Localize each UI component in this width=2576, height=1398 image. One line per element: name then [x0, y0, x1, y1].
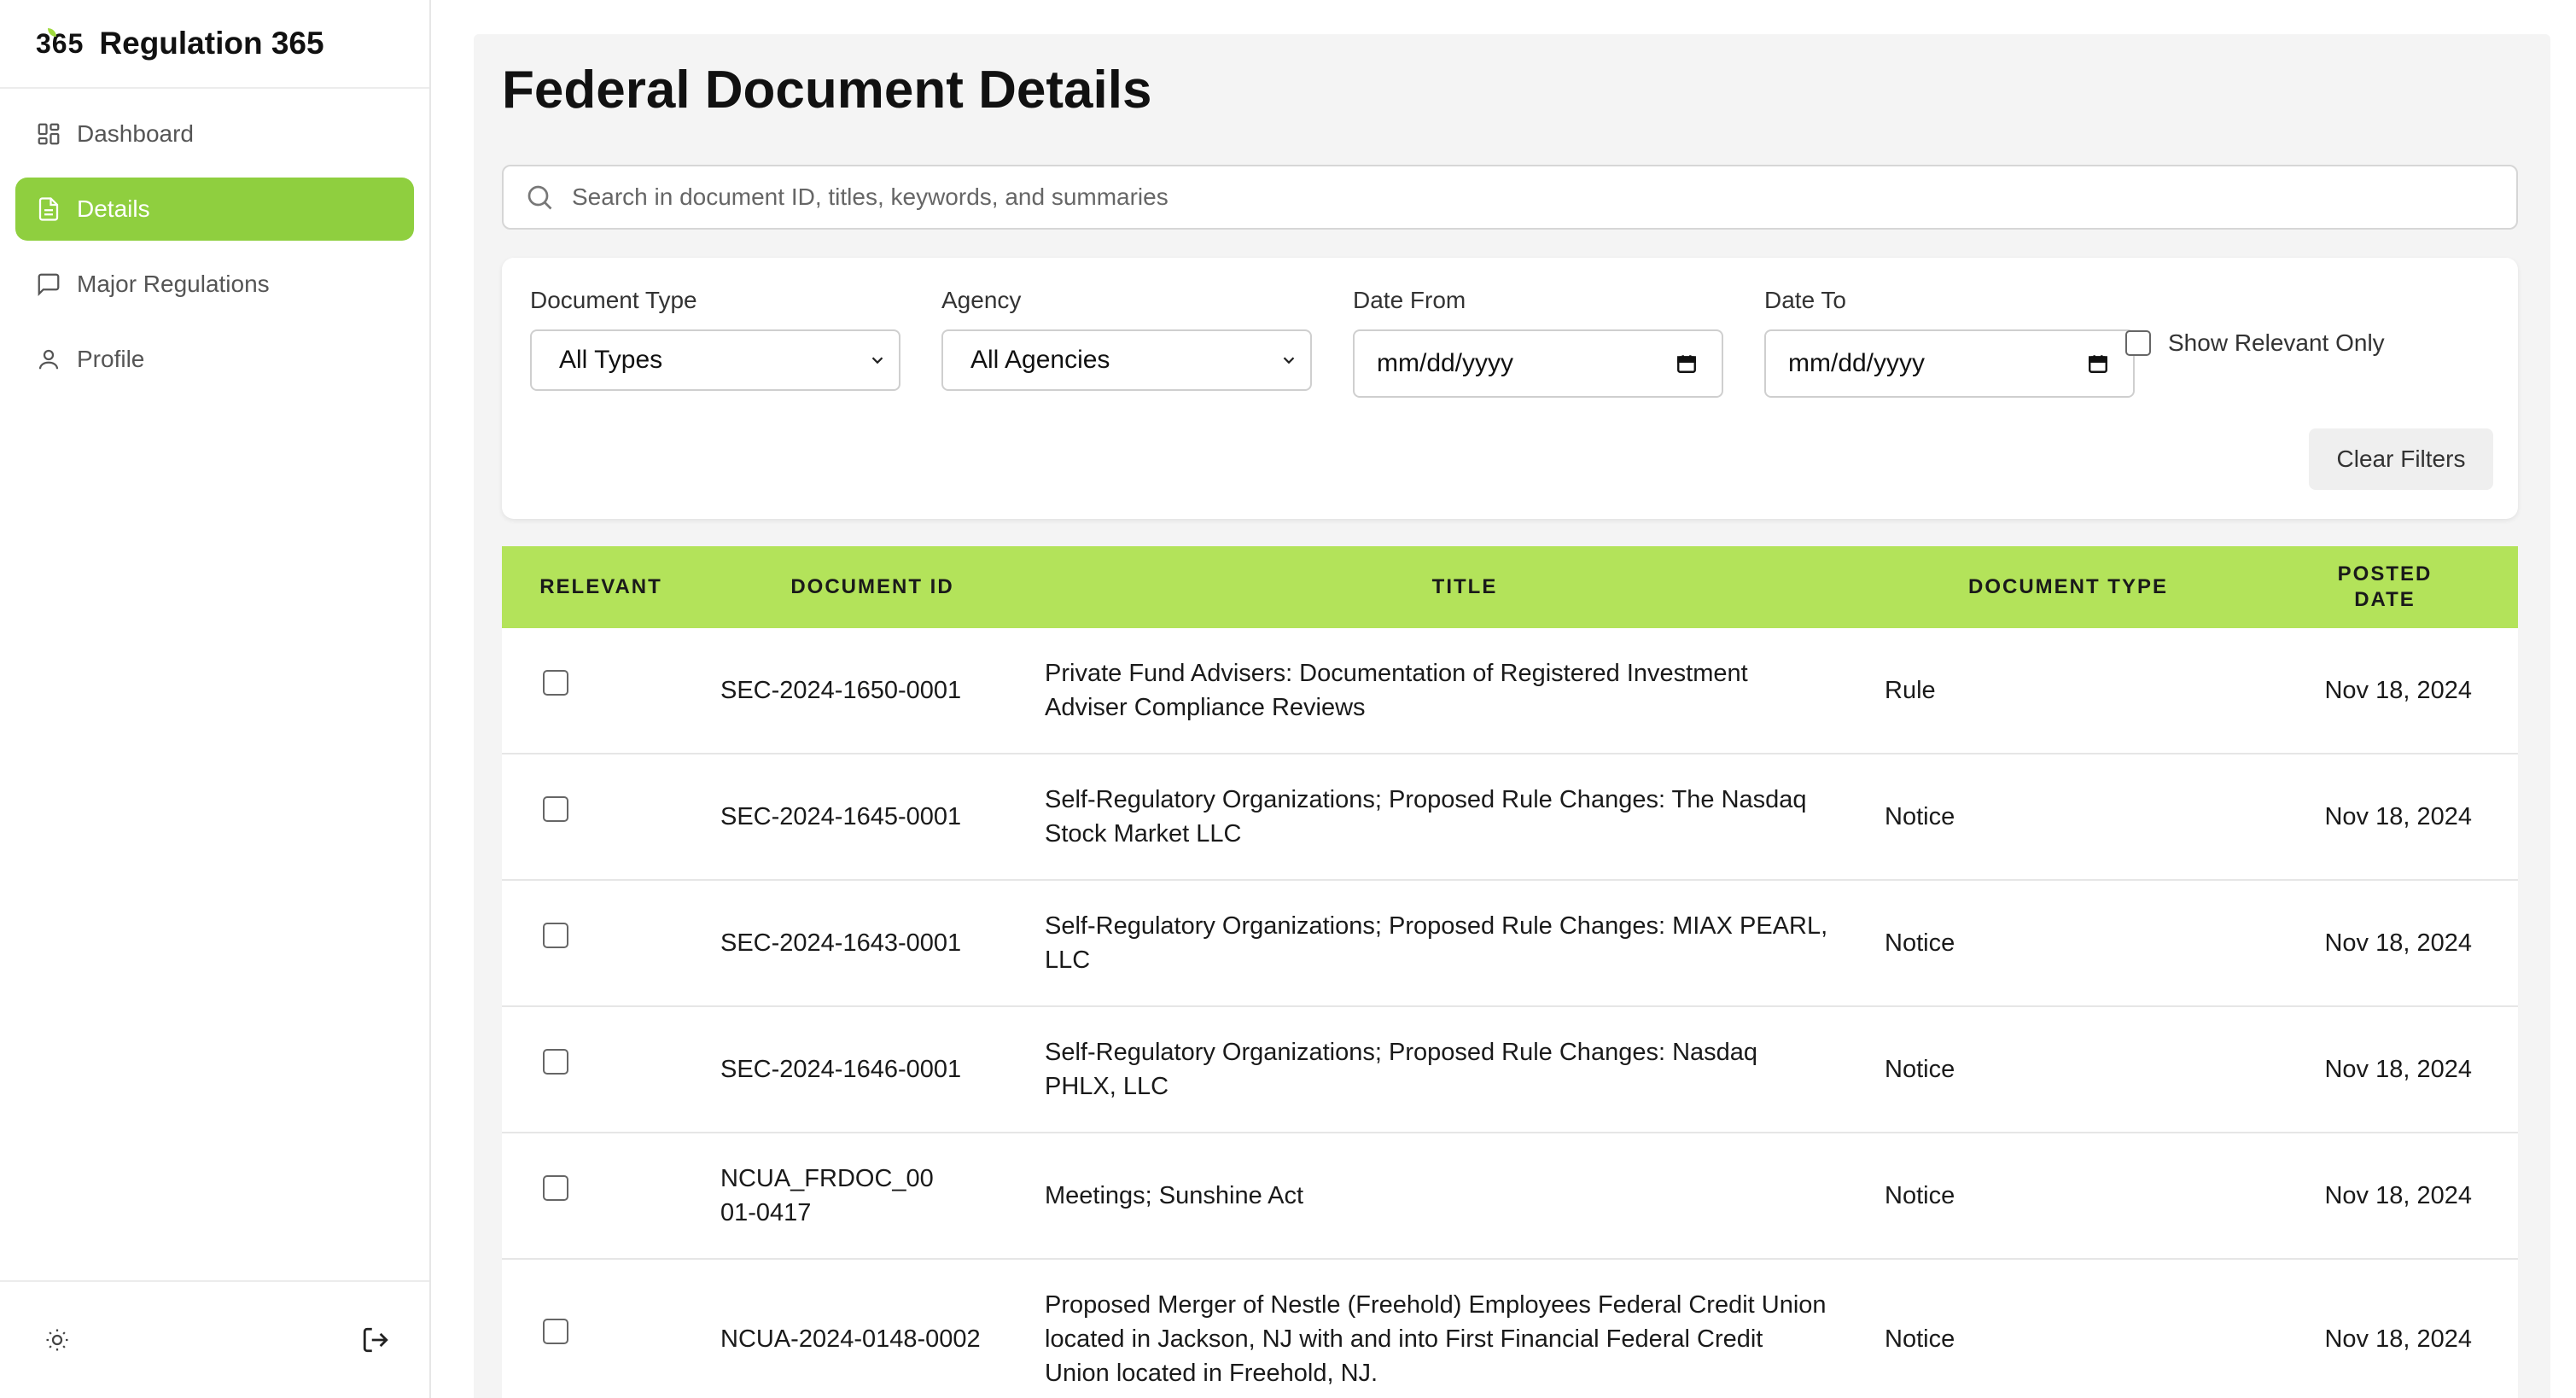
- calendar-icon[interactable]: [2087, 352, 2109, 375]
- user-icon: [36, 347, 61, 372]
- sidebar-footer: [0, 1280, 429, 1398]
- show-relevant-only-label: Show Relevant Only: [2168, 329, 2385, 356]
- agency-select[interactable]: All Agencies: [941, 329, 1312, 391]
- cell-document-id[interactable]: NCUA_FRDOC_0001-0417: [700, 1162, 1045, 1230]
- cell-document-type: Notice: [1885, 929, 1955, 957]
- document-icon: [36, 196, 61, 222]
- cell-title[interactable]: Private Fund Advisers: Documentation of …: [1045, 656, 1885, 725]
- date-from-input[interactable]: mm/dd/yyyy: [1353, 329, 1723, 398]
- date-from-value: mm/dd/yyyy: [1377, 349, 1514, 377]
- relevant-checkbox[interactable]: [543, 1174, 568, 1201]
- sidebar-item-label: Details: [77, 195, 150, 222]
- table-row[interactable]: NCUA_FRDOC_0001-0417 Meetings; Sunshine …: [502, 1133, 2518, 1260]
- chevron-down-icon: [871, 357, 883, 364]
- search-bar[interactable]: [502, 165, 2518, 230]
- logout-icon[interactable]: [359, 1324, 392, 1356]
- cell-title[interactable]: Self-Regulatory Organizations; Proposed …: [1045, 909, 1885, 977]
- table-row[interactable]: SEC-2024-1645-0001 Self-Regulatory Organ…: [502, 754, 2518, 881]
- agency-filter: Agency All Agencies: [941, 287, 1312, 391]
- sidebar-item-profile[interactable]: Profile: [15, 328, 414, 391]
- sidebar-item-details[interactable]: Details: [15, 178, 414, 241]
- search-icon: [527, 185, 552, 210]
- table-header: RELEVANT DOCUMENT ID TITLE DOCUMENT TYPE…: [502, 546, 2518, 628]
- date-from-label: Date From: [1353, 287, 1466, 313]
- cell-document-type: Notice: [1885, 803, 1955, 830]
- brand[interactable]: 365 Regulation 365: [0, 0, 429, 89]
- sidebar-item-label: Major Regulations: [77, 271, 270, 297]
- sidebar-item-label: Dashboard: [77, 120, 194, 147]
- relevant-checkbox[interactable]: [543, 795, 568, 822]
- cell-document-id[interactable]: NCUA-2024-0148-0002: [700, 1322, 1045, 1356]
- sidebar-item-label: Profile: [77, 346, 145, 372]
- cell-document-type: Rule: [1885, 677, 1936, 704]
- cell-document-id[interactable]: SEC-2024-1650-0001: [700, 673, 1045, 708]
- chevron-down-icon: [1283, 357, 1295, 364]
- cell-document-id[interactable]: SEC-2024-1645-0001: [700, 800, 1045, 834]
- relevant-checkbox[interactable]: [543, 922, 568, 948]
- show-relevant-only-checkbox[interactable]: [2125, 330, 2151, 356]
- agency-value: All Agencies: [970, 346, 1110, 374]
- cell-posted-date: Nov 18, 2024: [2324, 677, 2472, 704]
- table-row[interactable]: SEC-2024-1650-0001 Private Fund Advisers…: [502, 628, 2518, 754]
- main-content: Federal Document Details Document Type A…: [474, 34, 2550, 1398]
- header-document-id[interactable]: DOCUMENT ID: [700, 574, 1045, 600]
- document-type-value: All Types: [559, 346, 663, 374]
- calendar-icon[interactable]: [1676, 352, 1698, 375]
- cell-document-type: Notice: [1885, 1056, 1955, 1083]
- cell-document-type: Notice: [1885, 1182, 1955, 1209]
- dashboard-icon: [36, 121, 61, 147]
- cell-title[interactable]: Proposed Merger of Nestle (Freehold) Emp…: [1045, 1288, 1885, 1390]
- sidebar-item-major-regulations[interactable]: Major Regulations: [15, 253, 414, 316]
- cell-posted-date: Nov 18, 2024: [2324, 803, 2472, 830]
- date-to-input[interactable]: mm/dd/yyyy: [1764, 329, 2135, 398]
- cell-posted-date: Nov 18, 2024: [2324, 1056, 2472, 1083]
- message-icon: [36, 271, 61, 297]
- search-input[interactable]: [572, 183, 2450, 211]
- cell-posted-date: Nov 18, 2024: [2324, 1182, 2472, 1209]
- date-to-label: Date To: [1764, 287, 1846, 313]
- cell-document-id[interactable]: SEC-2024-1646-0001: [700, 1052, 1045, 1086]
- header-document-type[interactable]: DOCUMENT TYPE: [1885, 574, 2252, 600]
- table-row[interactable]: SEC-2024-1646-0001 Self-Regulatory Organ…: [502, 1007, 2518, 1133]
- cell-title[interactable]: Self-Regulatory Organizations; Proposed …: [1045, 1035, 1885, 1104]
- header-posted-date[interactable]: POSTED DATE: [2252, 562, 2518, 613]
- sidebar-item-dashboard[interactable]: Dashboard: [15, 102, 414, 166]
- date-from-filter: Date From mm/dd/yyyy: [1353, 287, 1723, 398]
- cell-title[interactable]: Meetings; Sunshine Act: [1045, 1179, 1885, 1213]
- cell-document-type: Notice: [1885, 1325, 1955, 1353]
- document-type-label: Document Type: [530, 287, 697, 313]
- filters-panel: Document Type All Types Agency All Agenc…: [502, 258, 2518, 519]
- brand-name: Regulation 365: [99, 26, 324, 61]
- relevant-checkbox[interactable]: [543, 669, 568, 696]
- sun-icon[interactable]: [41, 1324, 73, 1356]
- brand-logo: 365: [36, 27, 85, 59]
- cell-title[interactable]: Self-Regulatory Organizations; Proposed …: [1045, 783, 1885, 851]
- document-type-filter: Document Type All Types: [530, 287, 900, 391]
- date-to-filter: Date To mm/dd/yyyy: [1764, 287, 2135, 398]
- header-title[interactable]: TITLE: [1045, 574, 1885, 600]
- cell-posted-date: Nov 18, 2024: [2324, 1325, 2472, 1353]
- relevant-checkbox[interactable]: [543, 1048, 568, 1075]
- cell-document-id[interactable]: SEC-2024-1643-0001: [700, 926, 1045, 960]
- sidebar-nav: Dashboard Details Major Regulations Prof…: [0, 89, 429, 416]
- cell-posted-date: Nov 18, 2024: [2324, 929, 2472, 957]
- page-title: Federal Document Details: [502, 61, 1152, 119]
- header-relevant[interactable]: RELEVANT: [502, 574, 700, 600]
- show-relevant-only-toggle[interactable]: Show Relevant Only: [2125, 329, 2385, 357]
- clear-filters-button[interactable]: Clear Filters: [2309, 428, 2493, 490]
- date-to-value: mm/dd/yyyy: [1788, 349, 1926, 377]
- table-row[interactable]: NCUA-2024-0148-0002 Proposed Merger of N…: [502, 1260, 2518, 1398]
- agency-label: Agency: [941, 287, 1022, 313]
- relevant-checkbox[interactable]: [543, 1318, 568, 1344]
- table-row[interactable]: SEC-2024-1643-0001 Self-Regulatory Organ…: [502, 881, 2518, 1007]
- documents-table: RELEVANT DOCUMENT ID TITLE DOCUMENT TYPE…: [502, 546, 2518, 1398]
- sidebar: 365 Regulation 365 Dashboard Details Maj…: [0, 0, 431, 1398]
- document-type-select[interactable]: All Types: [530, 329, 900, 391]
